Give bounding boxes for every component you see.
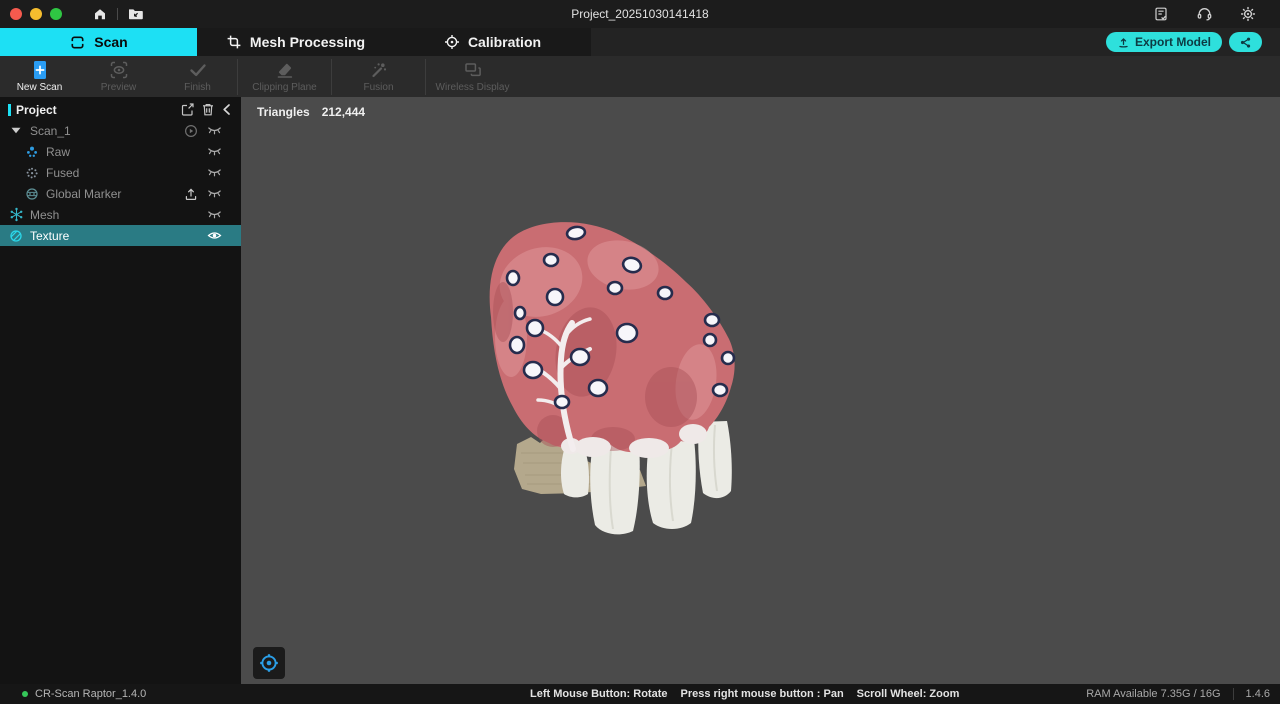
export-model-label: Export Model [1135, 35, 1211, 49]
support-icon[interactable] [1196, 6, 1213, 22]
open-project-icon[interactable] [127, 6, 144, 22]
tree-item-mesh[interactable]: Mesh [0, 204, 241, 225]
fused-icon [24, 166, 40, 180]
tree-item-raw[interactable]: Raw [0, 141, 241, 162]
clipping-plane-button[interactable]: Clipping Plane [238, 60, 331, 93]
preview-icon [109, 60, 129, 80]
eye-closed-icon[interactable] [207, 146, 222, 157]
scanned-model-mushroom[interactable] [241, 97, 1280, 684]
window-title: Project_20251030141418 [0, 7, 1280, 21]
upload-icon[interactable] [184, 187, 198, 201]
new-scan-icon [31, 60, 49, 80]
log-icon[interactable] [1153, 6, 1169, 22]
export-model-button[interactable]: Export Model [1106, 32, 1222, 52]
wireless-display-label: Wireless Display [436, 82, 510, 93]
tabbar: Scan Mesh Processing Calibration Export … [0, 28, 1280, 56]
tree-item-texture[interactable]: Texture [0, 225, 241, 246]
statusbar-divider [1233, 688, 1234, 700]
finish-icon [188, 60, 208, 80]
ram-available: RAM Available 7.35G / 16G [1086, 688, 1220, 700]
tab-scan[interactable]: Scan [0, 28, 197, 56]
eye-closed-icon[interactable] [207, 188, 222, 199]
tree-item-label: Raw [46, 145, 70, 159]
finish-button[interactable]: Finish [158, 60, 237, 93]
minimize-window-button[interactable] [30, 8, 42, 20]
caret-down-icon[interactable] [8, 127, 24, 134]
wireless-display-icon [463, 60, 483, 80]
fusion-icon [369, 60, 389, 80]
app-version-label: CR-Scan Raptor_1.4.0 [35, 688, 146, 700]
export-project-icon[interactable] [180, 102, 195, 117]
project-tree: Scan_1 Raw [0, 120, 241, 246]
reset-view-button[interactable] [253, 647, 285, 679]
app-window: Project_20251030141418 Scan Mesh Proce [0, 0, 1280, 704]
share-button[interactable] [1229, 32, 1262, 52]
hint-zoom: Scroll Wheel: Zoom [857, 688, 960, 700]
tab-calibration-label: Calibration [468, 34, 541, 50]
zoom-window-button[interactable] [50, 8, 62, 20]
tree-item-label: Scan_1 [30, 124, 71, 138]
tab-mesh-processing[interactable]: Mesh Processing [197, 28, 394, 56]
statusbar: CR-Scan Raptor_1.4.0 Left Mouse Button: … [0, 684, 1280, 704]
reset-view-icon [258, 652, 280, 674]
eye-closed-icon[interactable] [207, 209, 222, 220]
tree-item-global-marker[interactable]: Global Marker [0, 183, 241, 204]
home-icon[interactable] [92, 6, 108, 22]
project-panel-title: Project [16, 103, 57, 117]
collapse-panel-icon[interactable] [221, 103, 232, 116]
tab-mesh-processing-label: Mesh Processing [250, 34, 365, 50]
accent-bar [8, 104, 11, 116]
share-icon [1239, 36, 1252, 49]
3d-viewport[interactable]: Triangles 212,444 [241, 97, 1280, 684]
texture-icon [8, 229, 24, 243]
play-circle-icon[interactable] [184, 124, 198, 138]
tree-item-label: Fused [46, 166, 79, 180]
tree-item-label: Texture [30, 229, 69, 243]
hint-pan: Press right mouse button : Pan [680, 688, 843, 700]
global-marker-icon [24, 187, 40, 201]
new-scan-button[interactable]: New Scan [0, 60, 79, 93]
hint-rotate: Left Mouse Button: Rotate [530, 688, 667, 700]
fusion-button[interactable]: Fusion [332, 60, 425, 93]
new-scan-label: New Scan [17, 82, 63, 93]
clipping-plane-label: Clipping Plane [252, 82, 317, 93]
fusion-label: Fusion [363, 82, 393, 93]
firmware-version: 1.4.6 [1246, 688, 1270, 700]
project-panel: Project [0, 97, 241, 684]
tree-item-fused[interactable]: Fused [0, 162, 241, 183]
mesh-processing-icon [226, 34, 242, 50]
calibration-icon [444, 34, 460, 50]
preview-button[interactable]: Preview [79, 60, 158, 93]
toolbar: New Scan Preview Finish Clipping Plane [0, 56, 1280, 97]
clipping-plane-icon [275, 60, 295, 80]
window-controls [10, 8, 62, 20]
device-status-dot [22, 691, 28, 697]
raw-icon [24, 145, 40, 159]
eye-closed-icon[interactable] [207, 167, 222, 178]
tree-item-scan1[interactable]: Scan_1 [0, 120, 241, 141]
eye-open-icon[interactable] [207, 230, 222, 241]
titlebar-divider [117, 8, 118, 20]
scan-icon [69, 34, 86, 51]
mesh-icon [8, 207, 24, 222]
preview-label: Preview [101, 82, 137, 93]
settings-icon[interactable] [1240, 6, 1256, 22]
eye-closed-icon[interactable] [207, 125, 222, 136]
wireless-display-button[interactable]: Wireless Display [426, 60, 519, 93]
trash-icon[interactable] [201, 102, 215, 117]
tree-item-label: Mesh [30, 208, 59, 222]
tab-scan-label: Scan [94, 34, 127, 50]
close-window-button[interactable] [10, 8, 22, 20]
project-panel-header: Project [0, 99, 241, 120]
tree-item-label: Global Marker [46, 187, 121, 201]
tab-calibration[interactable]: Calibration [394, 28, 591, 56]
export-model-icon [1117, 36, 1130, 49]
finish-label: Finish [184, 82, 211, 93]
titlebar: Project_20251030141418 [0, 0, 1280, 28]
